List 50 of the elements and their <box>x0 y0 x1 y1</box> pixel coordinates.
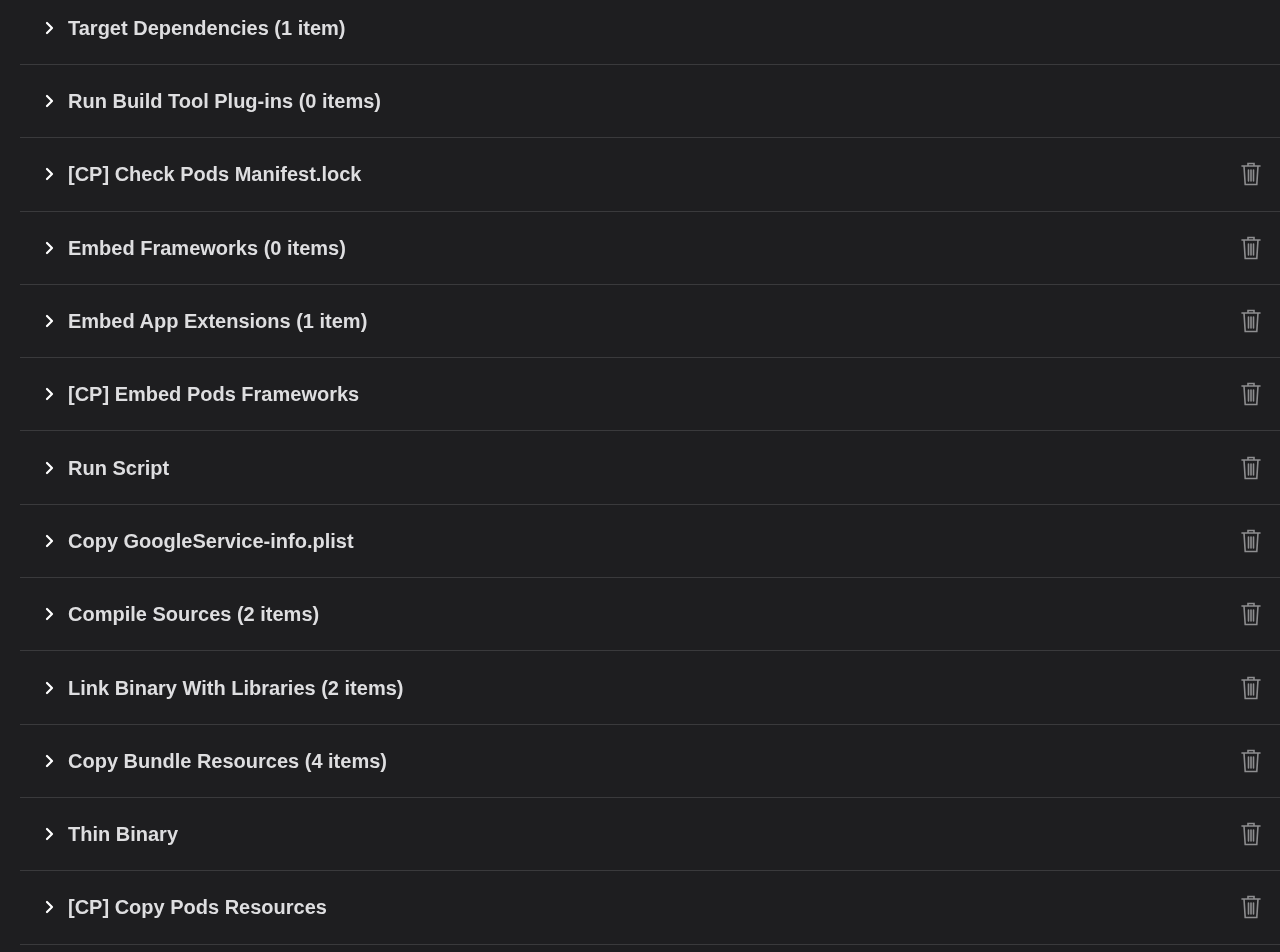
chevron-icon[interactable] <box>44 460 56 475</box>
build-phase-row[interactable]: [CP] Embed Pods Frameworks <box>20 358 1280 432</box>
chevron-icon[interactable] <box>44 680 56 695</box>
phase-title: Run Build Tool Plug-ins (0 items) <box>68 89 381 115</box>
phase-title: Compile Sources (2 items) <box>68 602 320 628</box>
trash-icon[interactable] <box>1240 674 1262 701</box>
chevron-icon[interactable] <box>44 314 56 329</box>
chevron-icon[interactable] <box>44 167 56 182</box>
chevron-icon[interactable] <box>44 20 56 35</box>
build-phase-row[interactable]: Thin Binary <box>20 797 1280 872</box>
build-phase-row[interactable]: [CP] Check Pods Manifest.lock <box>20 138 1280 212</box>
trash-icon[interactable] <box>1240 821 1262 848</box>
build-phase-row[interactable]: Copy GoogleService-info.plist <box>20 504 1280 579</box>
build-phase-row[interactable]: Embed App Extensions (1 item) <box>20 284 1280 359</box>
chevron-icon[interactable] <box>44 240 56 255</box>
build-phase-row[interactable]: Link Binary With Libraries (2 items) <box>20 651 1280 725</box>
build-phase-row[interactable]: [CP] Copy Pods Resources <box>20 871 1280 945</box>
trash-icon[interactable] <box>1240 527 1262 554</box>
build-phase-row[interactable]: Embed Frameworks (0 items) <box>20 211 1280 285</box>
phase-title: Copy GoogleService-info.plist <box>68 528 354 554</box>
chevron-icon[interactable] <box>44 753 56 768</box>
trash-icon[interactable] <box>1240 894 1262 921</box>
trash-icon[interactable] <box>1240 161 1262 188</box>
phase-title: Embed App Extensions (1 item) <box>68 309 368 335</box>
phase-title: Target Dependencies (1 item) <box>68 15 346 41</box>
phase-title: Embed Frameworks (0 items) <box>68 235 346 261</box>
build-phase-row[interactable]: Run Script <box>20 431 1280 505</box>
build-phase-row[interactable]: Target Dependencies (1 item) <box>20 0 1280 65</box>
phase-title: Copy Bundle Resources (4 items) <box>68 748 387 774</box>
trash-icon[interactable] <box>1240 601 1262 628</box>
trash-icon[interactable] <box>1240 454 1262 481</box>
phase-title: Run Script <box>68 455 170 481</box>
trash-icon[interactable] <box>1240 234 1262 261</box>
chevron-icon[interactable] <box>44 533 56 548</box>
trash-icon[interactable] <box>1240 747 1262 774</box>
phase-title: [CP] Embed Pods Frameworks <box>68 382 360 408</box>
build-phase-row[interactable]: Copy Bundle Resources (4 items) <box>20 724 1280 798</box>
build-phase-row[interactable]: Compile Sources (2 items) <box>20 578 1280 652</box>
phase-title: Link Binary With Libraries (2 items) <box>68 675 404 701</box>
phase-title: [CP] Check Pods Manifest.lock <box>68 162 362 188</box>
chevron-icon[interactable] <box>44 94 56 109</box>
build-phase-row[interactable]: Run Build Tool Plug-ins (0 items) <box>20 65 1280 139</box>
chevron-icon[interactable] <box>44 607 56 622</box>
phase-title: Thin Binary <box>68 822 178 848</box>
trash-icon[interactable] <box>1240 308 1262 335</box>
phase-title: [CP] Copy Pods Resources <box>68 895 327 921</box>
chevron-icon[interactable] <box>44 387 56 402</box>
chevron-icon[interactable] <box>44 900 56 915</box>
chevron-icon[interactable] <box>44 827 56 842</box>
trash-icon[interactable] <box>1240 381 1262 408</box>
